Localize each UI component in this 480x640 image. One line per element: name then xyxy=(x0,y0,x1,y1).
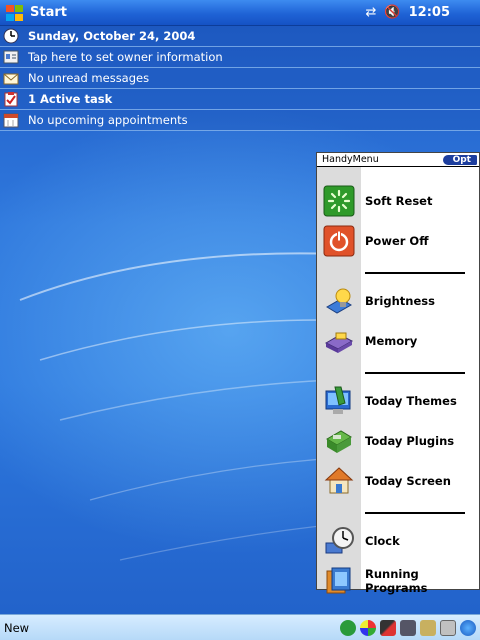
plugins-icon xyxy=(323,425,355,457)
new-button[interactable]: New xyxy=(4,621,29,635)
memory-icon xyxy=(323,325,355,357)
clock-icon xyxy=(323,525,355,557)
colors-icon[interactable] xyxy=(360,619,376,636)
power-icon xyxy=(323,225,355,257)
envelope-icon xyxy=(3,70,19,86)
menu-item-label: Today Plugins xyxy=(365,434,455,448)
calendar-icon xyxy=(3,112,19,128)
clock-time[interactable]: 12:05 xyxy=(409,5,450,20)
menu-item-label: Running Programs xyxy=(365,567,428,595)
today-date: Sunday, October 24, 2004 xyxy=(28,29,196,43)
brightness-icon xyxy=(323,285,355,317)
system-tray: ⇄ 🔇 12:05 xyxy=(366,5,450,20)
keyboard-icon[interactable] xyxy=(440,619,456,636)
menu-item-clock[interactable]: Clock xyxy=(317,524,479,558)
menu-item-memory[interactable]: Memory xyxy=(317,324,479,358)
tasks-status: 1 Active task xyxy=(28,92,113,106)
today-date-row[interactable]: Sunday, October 24, 2004 xyxy=(0,26,480,47)
clock-icon xyxy=(3,28,19,44)
owner-info: Tap here to set owner information xyxy=(28,50,223,64)
menu-separator xyxy=(365,372,465,374)
handymenu-body: Soft Reset Power Off Brightness Memory T… xyxy=(317,167,479,595)
today-tasks-row[interactable]: 1 Active task xyxy=(0,89,480,110)
messages-status: No unread messages xyxy=(28,71,150,85)
menu-separator xyxy=(365,512,465,514)
tray-icons xyxy=(340,619,476,636)
menu-item-label: Today Themes xyxy=(365,394,457,408)
menu-item-label: Clock xyxy=(365,534,400,548)
menu-item-today-themes[interactable]: Today Themes xyxy=(317,384,479,418)
themes-icon xyxy=(323,385,355,417)
start-button[interactable]: Start xyxy=(30,5,67,20)
menu-item-label: Memory xyxy=(365,334,418,348)
running-programs-icon xyxy=(323,565,355,597)
handymenu-popup: HandyMenu Opt Soft Reset Power Off Brigh… xyxy=(316,152,480,595)
today-owner-row[interactable]: Tap here to set owner information xyxy=(0,47,480,68)
menu-item-label: Power Off xyxy=(365,234,429,248)
menu-item-soft-reset[interactable]: Soft Reset xyxy=(317,184,479,218)
handymenu-title: HandyMenu xyxy=(322,154,379,165)
today-items: Sunday, October 24, 2004 Tap here to set… xyxy=(0,26,480,131)
volume-icon[interactable]: 🔇 xyxy=(384,5,400,20)
handymenu-header: HandyMenu Opt xyxy=(317,153,479,167)
today-appointments-row[interactable]: No upcoming appointments xyxy=(0,110,480,131)
owner-card-icon xyxy=(3,49,19,65)
task-clipboard-icon xyxy=(3,91,19,107)
windows-logo-icon[interactable] xyxy=(4,3,26,23)
globe-icon[interactable] xyxy=(460,619,476,636)
connectivity-icon[interactable]: ⇄ xyxy=(366,5,377,20)
menu-item-label: Soft Reset xyxy=(365,194,433,208)
menu-item-today-plugins[interactable]: Today Plugins xyxy=(317,424,479,458)
opt-button[interactable]: Opt xyxy=(442,154,477,165)
sync-icon[interactable] xyxy=(340,619,356,636)
pen-icon[interactable] xyxy=(380,619,396,636)
network-icon[interactable] xyxy=(400,619,416,636)
menu-item-label: Brightness xyxy=(365,294,435,308)
soft-reset-icon xyxy=(323,185,355,217)
title-bar: Start ⇄ 🔇 12:05 xyxy=(0,0,480,26)
command-bar: New xyxy=(0,614,480,640)
menu-separator xyxy=(365,272,465,274)
battery-icon[interactable] xyxy=(420,619,436,636)
appointments-status: No upcoming appointments xyxy=(28,113,188,127)
menu-item-running-programs[interactable]: Running Programs xyxy=(317,564,479,598)
today-messages-row[interactable]: No unread messages xyxy=(0,68,480,89)
menu-item-power-off[interactable]: Power Off xyxy=(317,224,479,258)
menu-item-label: Today Screen xyxy=(365,474,451,488)
home-icon xyxy=(323,465,355,497)
menu-item-today-screen[interactable]: Today Screen xyxy=(317,464,479,498)
menu-item-brightness[interactable]: Brightness xyxy=(317,284,479,318)
